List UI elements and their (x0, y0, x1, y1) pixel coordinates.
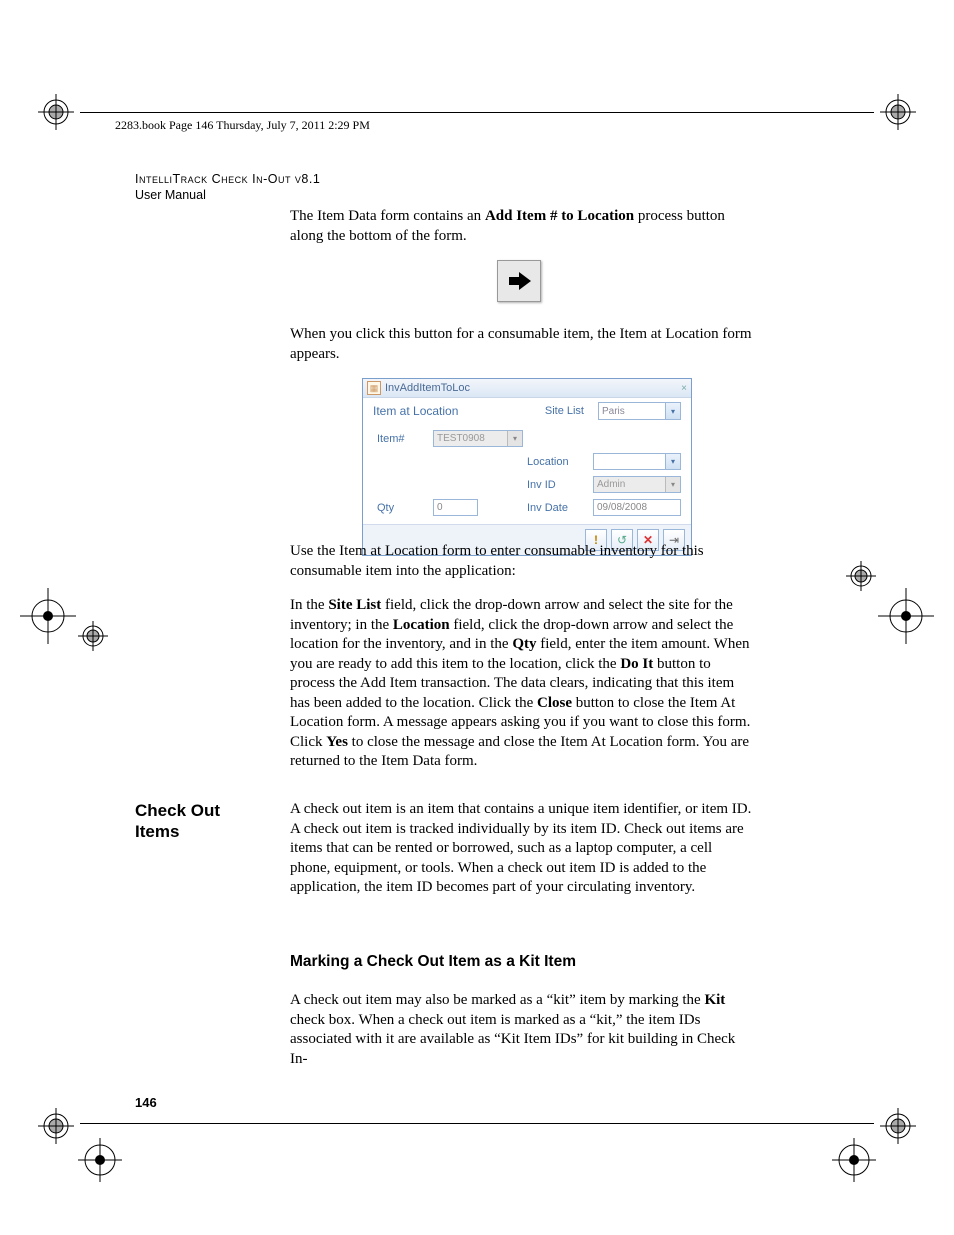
form-title: Item at Location (373, 404, 458, 418)
p1-bold: Add Item # to Location (485, 208, 634, 224)
paragraph-5: A check out item is an item that contain… (290, 800, 755, 898)
invdate-label: Inv Date (527, 502, 589, 514)
registration-mark-ml2 (78, 621, 108, 651)
doc-subtitle: User Manual (135, 188, 206, 202)
registration-mark-br2 (832, 1138, 876, 1182)
t: Location (393, 617, 450, 633)
registration-mark-br (880, 1108, 916, 1144)
doc-title: IntelliTrack Check In-Out v8.1 (135, 172, 320, 186)
chevron-down-icon: ▾ (665, 403, 680, 419)
close-icon[interactable]: × (681, 383, 687, 394)
t: Kit (704, 992, 725, 1008)
section-label-check-out-items: Check Out Items (135, 800, 265, 843)
t: Qty (512, 636, 536, 652)
print-bottom-rule (80, 1123, 874, 1124)
heading-marking-kit-item: Marking a Check Out Item as a Kit Item (290, 953, 576, 971)
p1-text-a: The Item Data form contains an (290, 208, 485, 224)
invid-label: Inv ID (527, 479, 589, 491)
invdate-field[interactable]: 09/08/2008 (593, 499, 681, 516)
paragraph-3: Use the Item at Location form to enter c… (290, 542, 755, 581)
t: to close the message and close the Item … (290, 734, 749, 770)
registration-mark-bl (38, 1108, 74, 1144)
print-top-rule (80, 112, 874, 113)
item-field[interactable]: TEST0908 ▾ (433, 430, 523, 447)
form-window-title: InvAddItemToLoc (385, 382, 470, 394)
item-label: Item# (377, 433, 429, 445)
arrow-right-button-icon (497, 260, 541, 302)
t: A check out item may also be marked as a… (290, 992, 704, 1008)
invid-value: Admin (597, 479, 625, 490)
site-list-value: Paris (602, 406, 625, 417)
registration-mark-ml (20, 588, 76, 644)
paragraph-1: The Item Data form contains an Add Item … (290, 207, 755, 246)
book-header-line: 2283.book Page 146 Thursday, July 7, 201… (115, 118, 370, 133)
item-value: TEST0908 (437, 433, 485, 444)
qty-label: Qty (377, 502, 429, 514)
paragraph-4: In the Site List field, click the drop-d… (290, 596, 755, 772)
chevron-down-icon: ▾ (665, 477, 680, 492)
registration-mark-tr (880, 94, 916, 130)
qty-value: 0 (437, 502, 443, 513)
site-list-label: Site List (545, 405, 584, 417)
registration-mark-tl (38, 94, 74, 130)
paragraph-6: A check out item may also be marked as a… (290, 991, 755, 1069)
form-titlebar: ▦ InvAddItemToLoc × (363, 379, 691, 398)
registration-mark-bl2 (78, 1138, 122, 1182)
chevron-down-icon: ▾ (507, 431, 522, 446)
form-icon: ▦ (367, 381, 381, 395)
registration-mark-mr2 (846, 561, 876, 591)
form-header: Item at Location Site List Paris ▾ (363, 398, 691, 424)
location-dropdown[interactable]: ▾ (593, 453, 681, 470)
paragraph-2: When you click this button for a consuma… (290, 325, 755, 364)
site-list-dropdown[interactable]: Paris ▾ (598, 402, 681, 420)
t: check box. When a check out item is mark… (290, 1012, 735, 1067)
location-label: Location (527, 456, 589, 468)
invid-field[interactable]: Admin ▾ (593, 476, 681, 493)
registration-mark-mr (878, 588, 934, 644)
item-at-location-form: ▦ InvAddItemToLoc × Item at Location Sit… (362, 378, 692, 556)
t: Site List (328, 597, 381, 613)
t: Close (537, 695, 572, 711)
qty-field[interactable]: 0 (433, 499, 478, 516)
t: Yes (326, 734, 348, 750)
page-number: 146 (135, 1095, 157, 1110)
t: Do It (620, 656, 653, 672)
invdate-value: 09/08/2008 (597, 502, 647, 513)
t: In the (290, 597, 328, 613)
chevron-down-icon: ▾ (665, 454, 680, 469)
